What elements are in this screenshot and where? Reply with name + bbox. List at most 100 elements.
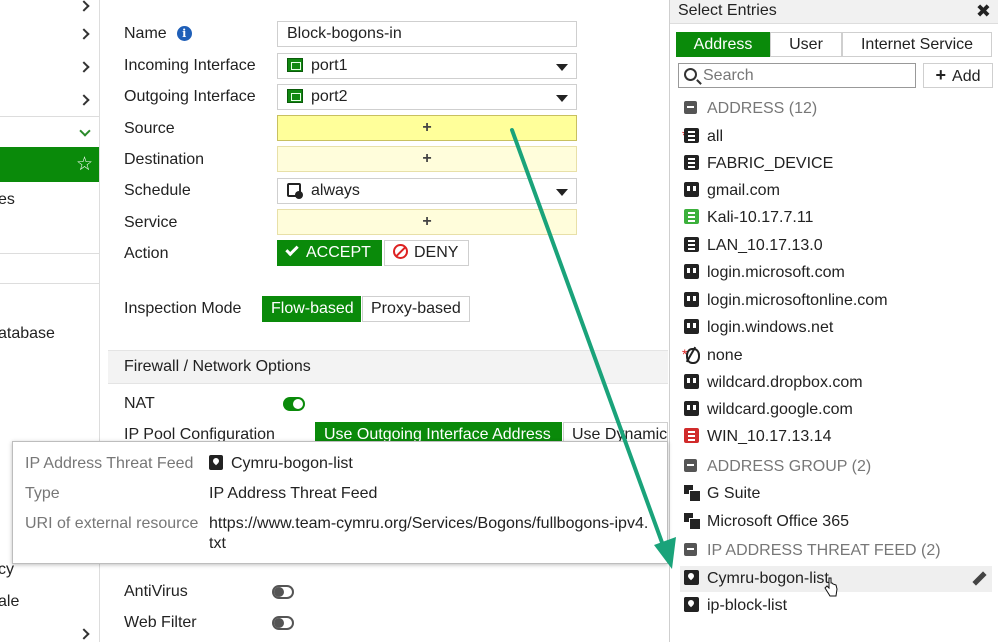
service-field[interactable]: + (277, 209, 577, 235)
chevron-right-icon[interactable] (78, 0, 90, 12)
list-item[interactable]: login.microsoft.com (680, 260, 992, 286)
source-field[interactable]: + (277, 115, 577, 141)
tab-user[interactable]: User (770, 32, 842, 57)
list-item[interactable]: wildcard.google.com (680, 397, 992, 423)
web-filter-toggle[interactable] (272, 616, 294, 630)
antivirus-toggle[interactable] (272, 585, 294, 599)
fqdn-icon (684, 374, 699, 389)
list-item[interactable]: * none (680, 343, 992, 369)
list-item[interactable]: Microsoft Office 365 (680, 509, 992, 535)
list-item[interactable]: login.microsoftonline.com (680, 288, 992, 314)
tooltip-key: IP Address Threat Feed (25, 455, 194, 472)
name-input[interactable]: Block-bogons-in (277, 21, 577, 47)
caret-down-icon (556, 64, 568, 71)
add-button[interactable]: + Add (923, 63, 993, 88)
entry-details-tooltip: IP Address Threat Feed Cymru-bogon-list … (12, 441, 668, 564)
select-entries-panel: Select Entries ✖ Address User Internet S… (669, 0, 998, 642)
edit-icon[interactable] (972, 572, 986, 586)
sidebar-item-label[interactable]: atabase (0, 325, 55, 343)
fqdn-icon (684, 182, 699, 197)
address-group-icon (684, 485, 701, 502)
list-item[interactable]: gmail.com (680, 178, 992, 204)
list-item[interactable]: FABRIC_DEVICE (680, 151, 992, 177)
info-icon[interactable]: i (176, 26, 192, 41)
sidebar-item-label[interactable]: ale (0, 593, 19, 611)
panel-header: Select Entries ✖ (670, 0, 998, 24)
divider (0, 253, 99, 254)
threat-feed-icon (684, 597, 699, 612)
deny-button[interactable]: DENY (384, 240, 469, 266)
section-title: Firewall / Network Options (124, 358, 311, 375)
list-item[interactable]: wildcard.dropbox.com (680, 370, 992, 396)
section-header: Firewall / Network Options (108, 350, 668, 384)
nat-toggle[interactable] (283, 397, 305, 411)
chevron-right-icon[interactable] (78, 628, 90, 640)
close-icon[interactable]: ✖ (976, 1, 991, 21)
tab-internet-service[interactable]: Internet Service (842, 32, 992, 57)
inspection-mode-label: Inspection Mode (124, 300, 242, 317)
chevron-right-icon[interactable] (78, 28, 90, 40)
collapse-icon (684, 459, 697, 472)
address-icon (684, 209, 699, 224)
group-header-threat-feed[interactable]: IP ADDRESS THREAT FEED (2) (684, 542, 941, 560)
destination-label: Destination (124, 151, 205, 168)
chevron-down-icon[interactable] (78, 127, 90, 139)
destination-field[interactable]: + (277, 146, 577, 172)
schedule-icon (287, 183, 303, 199)
schedule-select[interactable]: always (277, 178, 577, 204)
address-icon (684, 428, 699, 443)
divider (0, 283, 99, 284)
sidebar-item-label[interactable]: es (0, 191, 15, 209)
deny-icon (393, 244, 408, 259)
caret-down-icon (556, 95, 568, 102)
source-label: Source (124, 120, 175, 137)
plus-icon: + (422, 119, 432, 136)
group-header-address-group[interactable]: ADDRESS GROUP (2) (684, 458, 871, 476)
tooltip-value: Cymru-bogon-list (209, 455, 353, 473)
address-group-icon (684, 513, 701, 530)
address-icon (684, 128, 699, 143)
check-icon (285, 242, 299, 257)
name-label: Name i (124, 25, 192, 43)
list-item[interactable]: *all (680, 124, 992, 150)
address-icon (684, 155, 699, 170)
search-icon (684, 68, 697, 81)
star-icon[interactable]: ☆ (76, 155, 93, 174)
list-item[interactable]: LAN_10.17.13.0 (680, 233, 992, 259)
search-input[interactable]: Search (678, 63, 916, 88)
plus-icon: + (422, 150, 432, 167)
accept-button[interactable]: ACCEPT (277, 240, 382, 266)
fqdn-icon (684, 292, 699, 307)
plus-icon: + (935, 65, 947, 85)
list-item[interactable]: Kali-10.17.7.11 (680, 205, 992, 231)
chevron-right-icon[interactable] (78, 94, 90, 106)
none-icon (684, 347, 700, 364)
threat-feed-icon (684, 597, 698, 612)
threat-feed-icon (684, 570, 698, 585)
antivirus-label: AntiVirus (124, 583, 188, 600)
address-icon (684, 237, 699, 252)
proxy-based-button[interactable]: Proxy-based (362, 296, 470, 322)
group-header-address[interactable]: ADDRESS (12) (684, 100, 817, 118)
fqdn-icon (684, 264, 699, 279)
incoming-interface-label: Incoming Interface (124, 57, 256, 74)
port-icon (287, 58, 303, 72)
outgoing-interface-select[interactable]: port2 (277, 84, 577, 110)
list-item[interactable]: WIN_10.17.13.14 (680, 424, 992, 450)
list-item[interactable]: login.windows.net (680, 315, 992, 341)
service-label: Service (124, 214, 178, 231)
plus-icon: + (422, 213, 432, 230)
threat-feed-icon (684, 570, 699, 585)
web-filter-label: Web Filter (124, 614, 197, 631)
chevron-right-icon[interactable] (78, 61, 90, 73)
tab-address[interactable]: Address (676, 32, 770, 57)
nat-label: NAT (124, 395, 155, 412)
threat-feed-icon (209, 455, 223, 470)
flow-based-button[interactable]: Flow-based (262, 296, 361, 322)
panel-title: Select Entries (678, 2, 777, 19)
list-item[interactable]: G Suite (680, 481, 992, 507)
incoming-interface-select[interactable]: port1 (277, 53, 577, 79)
outgoing-interface-label: Outgoing Interface (124, 88, 256, 105)
port-icon (287, 89, 303, 103)
fqdn-icon (684, 401, 699, 416)
